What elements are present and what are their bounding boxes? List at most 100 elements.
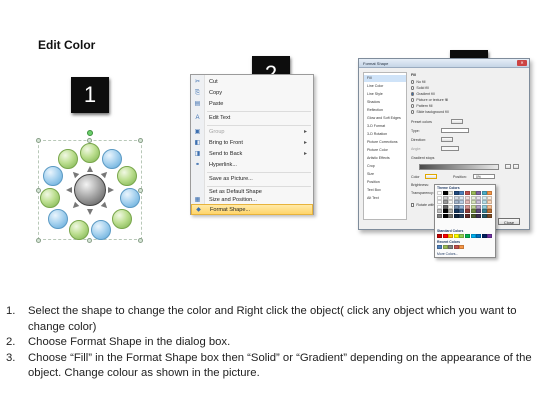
color-swatch[interactable] — [481, 195, 487, 200]
standard-colors-grid[interactable] — [437, 234, 493, 238]
sidebar-item-artistic-effects[interactable]: Artistic Effects — [364, 155, 406, 162]
color-swatch[interactable] — [487, 195, 493, 200]
color-picker-button[interactable] — [425, 174, 437, 179]
color-swatch[interactable] — [442, 191, 448, 195]
color-swatch[interactable] — [476, 191, 482, 195]
sidebar-item-picture-corrections[interactable]: Picture Corrections — [364, 139, 406, 146]
color-swatch[interactable] — [476, 234, 482, 238]
angle-input[interactable] — [441, 146, 459, 151]
color-swatch[interactable] — [442, 195, 448, 200]
color-swatch[interactable] — [448, 245, 454, 249]
diagram-node[interactable] — [80, 143, 100, 163]
diagram-node[interactable] — [117, 166, 137, 186]
menu-item-bring-to-front[interactable]: ◧ Bring to Front ▸ — [191, 138, 313, 149]
gradient-stops-bar[interactable] — [419, 164, 499, 170]
color-swatch[interactable] — [487, 209, 493, 214]
color-swatch[interactable] — [448, 213, 454, 218]
resize-handle[interactable] — [138, 138, 143, 143]
resize-handle[interactable] — [36, 138, 41, 143]
color-swatch[interactable] — [448, 204, 454, 209]
color-swatch[interactable] — [476, 213, 482, 218]
position-input[interactable]: 0% — [473, 174, 495, 179]
color-swatch[interactable] — [448, 209, 454, 214]
menu-item-paste[interactable]: ▤ Paste — [191, 99, 313, 110]
color-swatch[interactable] — [437, 200, 442, 205]
color-swatch[interactable] — [437, 209, 442, 214]
color-swatch[interactable] — [470, 213, 476, 218]
close-icon[interactable]: ✕ — [517, 60, 527, 66]
color-swatch[interactable] — [437, 234, 442, 238]
color-swatch[interactable] — [459, 204, 465, 209]
color-swatch[interactable] — [448, 191, 454, 195]
menu-item-save-as-picture[interactable]: Save as Picture... — [191, 174, 313, 185]
more-colors-link[interactable]: More Colors... — [437, 252, 458, 256]
color-swatch[interactable] — [464, 209, 470, 214]
color-swatch[interactable] — [442, 204, 448, 209]
diagram-node[interactable] — [48, 209, 68, 229]
color-swatch[interactable] — [487, 234, 493, 238]
color-swatch[interactable] — [437, 204, 442, 209]
recent-colors-grid[interactable] — [437, 245, 492, 249]
rotation-handle[interactable] — [87, 130, 93, 136]
diagram-node[interactable] — [40, 188, 60, 208]
color-swatch[interactable] — [442, 209, 448, 214]
color-swatch[interactable] — [487, 191, 493, 195]
resize-handle[interactable] — [138, 238, 143, 243]
color-swatch[interactable] — [476, 209, 482, 214]
menu-item-cut[interactable]: ✂ Cut — [191, 77, 313, 88]
diagram-node[interactable] — [102, 149, 122, 169]
color-swatch[interactable] — [453, 200, 459, 205]
color-swatch[interactable] — [481, 204, 487, 209]
direction-dropdown[interactable] — [441, 137, 453, 142]
menu-item-send-to-back[interactable]: ◨ Send to Back ▸ — [191, 149, 313, 160]
sidebar-item-shadow[interactable]: Shadow — [364, 99, 406, 106]
color-swatch[interactable] — [470, 234, 476, 238]
sidebar-item-3d-rotation[interactable]: 3-D Rotation — [364, 131, 406, 138]
menu-item-copy[interactable]: ⎘ Copy — [191, 88, 313, 99]
color-swatch[interactable] — [487, 213, 493, 218]
color-swatch[interactable] — [442, 213, 448, 218]
sidebar-item-crop[interactable]: Crop — [364, 163, 406, 170]
diagram-node[interactable] — [91, 220, 111, 240]
sidebar-item-picture-color[interactable]: Picture Color — [364, 147, 406, 154]
sidebar-item-line-style[interactable]: Line Style — [364, 91, 406, 98]
color-swatch[interactable] — [459, 245, 465, 249]
add-stop-button[interactable] — [505, 164, 511, 169]
color-swatch[interactable] — [481, 209, 487, 214]
color-swatch[interactable] — [453, 234, 459, 238]
color-swatch[interactable] — [453, 245, 459, 249]
diagram-node[interactable] — [120, 188, 140, 208]
color-swatch[interactable] — [464, 204, 470, 209]
resize-handle[interactable] — [87, 238, 92, 243]
color-swatch[interactable] — [453, 213, 459, 218]
color-swatch[interactable] — [470, 195, 476, 200]
color-swatch[interactable] — [459, 213, 465, 218]
sidebar-item-alt-text[interactable]: Alt Text — [364, 195, 406, 202]
theme-colors-grid[interactable] — [437, 191, 493, 218]
color-swatch[interactable] — [470, 191, 476, 195]
color-swatch[interactable] — [448, 195, 454, 200]
color-swatch[interactable] — [459, 209, 465, 214]
sidebar-item-reflection[interactable]: Reflection — [364, 107, 406, 114]
color-swatch[interactable] — [459, 234, 465, 238]
color-swatch[interactable] — [487, 204, 493, 209]
color-swatch[interactable] — [437, 195, 442, 200]
color-swatch[interactable] — [459, 191, 465, 195]
sidebar-item-text-box[interactable]: Text Box — [364, 187, 406, 194]
color-swatch[interactable] — [437, 245, 442, 249]
sidebar-item-line-color[interactable]: Line Color — [364, 83, 406, 90]
color-swatch[interactable] — [470, 200, 476, 205]
sidebar-item-size[interactable]: Size — [364, 171, 406, 178]
color-swatch[interactable] — [442, 234, 448, 238]
color-swatch[interactable] — [448, 234, 454, 238]
remove-stop-button[interactable] — [513, 164, 519, 169]
color-swatch[interactable] — [459, 200, 465, 205]
color-swatch[interactable] — [453, 191, 459, 195]
color-swatch[interactable] — [464, 191, 470, 195]
color-swatch[interactable] — [464, 213, 470, 218]
color-swatch-popup[interactable]: Theme Colors Standard Colors Recent Colo… — [434, 184, 496, 258]
diagram-node[interactable] — [43, 166, 63, 186]
color-swatch[interactable] — [476, 200, 482, 205]
color-swatch[interactable] — [464, 200, 470, 205]
resize-handle[interactable] — [36, 238, 41, 243]
